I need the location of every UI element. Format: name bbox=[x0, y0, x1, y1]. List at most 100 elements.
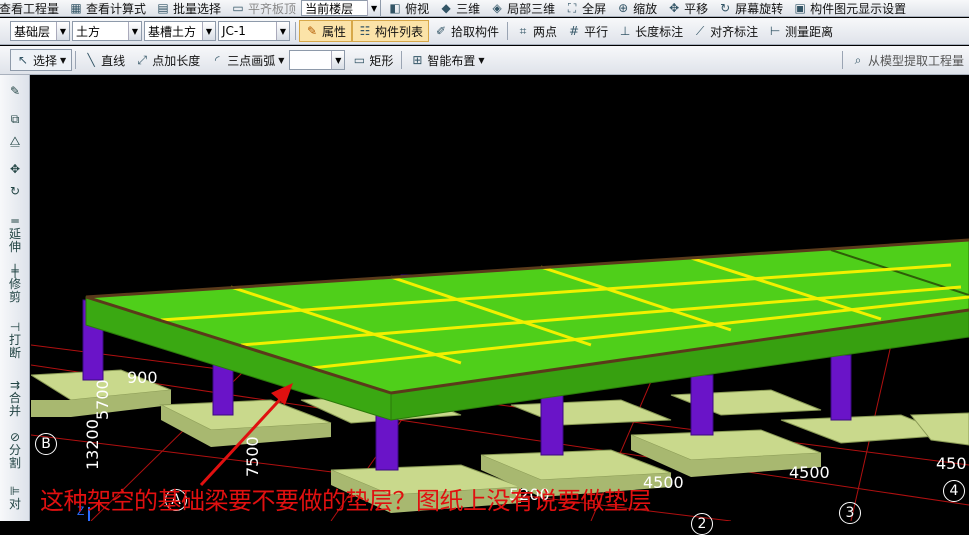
chevron-down-icon: ▼ bbox=[478, 55, 485, 65]
category-select-value: 土方 bbox=[76, 24, 101, 39]
break-button[interactable]: ⊣ 打断 bbox=[4, 321, 26, 360]
parallel-icon: # bbox=[569, 24, 580, 38]
component-list-button[interactable]: ☷ 构件列表 bbox=[352, 20, 430, 42]
zoom-button[interactable]: ⊕ 缩放 bbox=[611, 0, 662, 16]
smart-layout-label: 智能布置 bbox=[427, 53, 476, 68]
align-mark-label: 对齐标注 bbox=[710, 24, 759, 39]
display-settings-button[interactable]: ▣ 构件图元显示设置 bbox=[788, 0, 911, 16]
trim-button[interactable]: ╪ 修剪 bbox=[4, 265, 26, 304]
length-mark-icon: ⊥ bbox=[619, 24, 631, 38]
rectangle-button[interactable]: ▭ 矩形 bbox=[347, 49, 398, 71]
two-points-icon: ⌗ bbox=[519, 24, 527, 38]
measure-distance-label: 测量距离 bbox=[785, 24, 834, 39]
model-render: Z bbox=[29, 238, 969, 522]
component-select[interactable]: JC-1 ▼ bbox=[218, 21, 290, 41]
rectangle-icon: ▭ bbox=[353, 53, 366, 67]
pan-label: 平移 bbox=[684, 1, 709, 16]
batch-select-button[interactable]: ▤ 批量选择 bbox=[151, 0, 226, 16]
mirror-icon[interactable]: ⧋ bbox=[4, 135, 26, 148]
chevron-down-icon: ▼ bbox=[278, 55, 285, 65]
chevron-down-icon: ▼ bbox=[56, 22, 69, 40]
chevron-down-icon: ▼ bbox=[276, 22, 289, 40]
measure-distance-button[interactable]: ⊢ 测量距离 bbox=[763, 20, 838, 42]
parallel-label: 平行 bbox=[584, 24, 609, 39]
align-mark-icon: ⟋ bbox=[695, 24, 705, 38]
fullscreen-button[interactable]: ⛶ 全屏 bbox=[560, 0, 611, 16]
properties-label: 属性 bbox=[322, 24, 347, 39]
merge-button[interactable]: ⇉ 合并 bbox=[4, 379, 26, 418]
view-formula-button[interactable]: ▦ 查看计算式 bbox=[64, 0, 151, 16]
current-floor-select[interactable]: 当前楼层 ▼ bbox=[301, 0, 382, 16]
local-cube-icon: ◈ bbox=[492, 1, 502, 15]
local-3d-button[interactable]: ◈ 局部三维 bbox=[485, 0, 560, 16]
extract-icon: ⌕ bbox=[854, 53, 862, 67]
split-button[interactable]: ⊘ 分割 bbox=[4, 431, 26, 470]
cursor-icon: ↖ bbox=[17, 53, 29, 67]
properties-icon: ✎ bbox=[306, 24, 318, 38]
3d-label: 三维 bbox=[456, 1, 481, 16]
move-icon[interactable]: ✥ bbox=[4, 163, 26, 176]
axis-label-b: B bbox=[35, 433, 57, 455]
modify-sidebar: ✎ ⧉ ⧋ ✥ ↻ ═ 延伸 ╪ 修剪 ⊣ 打断 ⇉ 合并 ⊘ 分割 ⊫ 对 bbox=[0, 75, 30, 521]
parallel-button[interactable]: # 平行 bbox=[562, 20, 613, 42]
pick-component-button[interactable]: ✐ 拾取构件 bbox=[429, 20, 504, 42]
batch-icon: ▤ bbox=[157, 1, 169, 15]
point-length-button[interactable]: ⤢ 点加长度 bbox=[130, 49, 205, 71]
dimension-7500: 7500 bbox=[243, 436, 262, 477]
copy-icon[interactable]: ⧉ bbox=[4, 113, 26, 126]
top-view-button[interactable]: ◧ 俯视 bbox=[383, 0, 434, 16]
divider bbox=[401, 51, 403, 69]
3d-viewport[interactable]: Z 13200 5700 7500 4500 4500 5200 450 900… bbox=[29, 75, 969, 535]
merge-label: 合并 bbox=[9, 391, 22, 418]
pan-icon: ✥ bbox=[669, 1, 680, 15]
display-settings-label: 构件图元显示设置 bbox=[810, 1, 907, 16]
divider bbox=[507, 22, 509, 40]
3d-button[interactable]: ◆ 三维 bbox=[434, 0, 485, 16]
component-toolbar: 基础层 ▼ 土方 ▼ 基槽土方 ▼ JC-1 ▼ ✎ 属性 ☷ 构件列表 ✐ 拾取构件 ⌗ 两点… bbox=[0, 18, 969, 45]
extend-button[interactable]: ═ 延伸 bbox=[4, 215, 26, 254]
properties-button[interactable]: ✎ 属性 bbox=[299, 20, 353, 42]
top-toolbar: 查看工程量 ▦ 查看计算式 ▤ 批量选择 ▭ 平齐板顶 当前楼层 ▼ ◧ 俯视 ◆ 三维 ◈… bbox=[0, 0, 969, 17]
rotate-icon[interactable]: ↻ bbox=[4, 185, 26, 198]
rotate-screen-label: 屏幕旋转 bbox=[735, 1, 784, 16]
fullscreen-label: 全屏 bbox=[582, 1, 607, 16]
align-mark-button[interactable]: ⟋ 对齐标注 bbox=[688, 20, 763, 42]
arc-mode-select[interactable]: ▼ bbox=[289, 50, 346, 70]
length-mark-label: 长度标注 bbox=[635, 24, 684, 39]
chevron-down-icon: ▼ bbox=[202, 22, 215, 40]
zoom-icon: ⊕ bbox=[618, 1, 629, 15]
align-button[interactable]: ⊫ 对 bbox=[4, 485, 26, 511]
line-button[interactable]: ╲ 直线 bbox=[79, 49, 130, 71]
floor-select-value: 基础层 bbox=[14, 24, 51, 39]
align-label: 对 bbox=[8, 497, 21, 511]
list-icon: ☷ bbox=[359, 24, 371, 38]
trim-label: 修剪 bbox=[9, 277, 22, 304]
category-select[interactable]: 土方 ▼ bbox=[72, 21, 142, 41]
three-point-arc-button[interactable]: ◜ 三点画弧 ▼ bbox=[205, 49, 289, 71]
smart-layout-button[interactable]: ⊞ 智能布置 ▼ bbox=[405, 49, 489, 71]
eyedropper-icon: ✐ bbox=[436, 24, 447, 38]
align-slab-button[interactable]: ▭ 平齐板顶 bbox=[226, 0, 301, 16]
align-icon: ▭ bbox=[232, 1, 244, 15]
rotate-screen-button[interactable]: ↻ 屏幕旋转 bbox=[713, 0, 788, 16]
divider bbox=[295, 22, 296, 40]
display-settings-icon: ▣ bbox=[794, 1, 806, 15]
divider bbox=[75, 51, 77, 69]
extract-quantity-button[interactable]: ⌕ 从模型提取工程量 bbox=[846, 49, 969, 71]
type-select[interactable]: 基槽土方 ▼ bbox=[144, 21, 216, 41]
top-view-label: 俯视 bbox=[405, 1, 430, 16]
view-quantity-button[interactable]: 查看工程量 bbox=[0, 0, 64, 16]
length-mark-button[interactable]: ⊥ 长度标注 bbox=[613, 20, 688, 42]
align-slab-label: 平齐板顶 bbox=[248, 1, 297, 16]
calc-icon: ▦ bbox=[70, 1, 82, 15]
pan-button[interactable]: ✥ 平移 bbox=[662, 0, 713, 16]
brush-icon[interactable]: ✎ bbox=[4, 85, 26, 98]
two-points-button[interactable]: ⌗ 两点 bbox=[511, 20, 562, 42]
select-label: 选择 bbox=[33, 53, 58, 68]
floor-select[interactable]: 基础层 ▼ bbox=[10, 21, 70, 41]
zoom-label: 缩放 bbox=[633, 1, 658, 16]
current-floor-label: 当前楼层 bbox=[305, 1, 354, 16]
select-button[interactable]: ↖ 选择 ▼ bbox=[10, 49, 73, 71]
point-length-label: 点加长度 bbox=[152, 53, 201, 68]
chevron-down-icon: ▼ bbox=[60, 55, 67, 65]
